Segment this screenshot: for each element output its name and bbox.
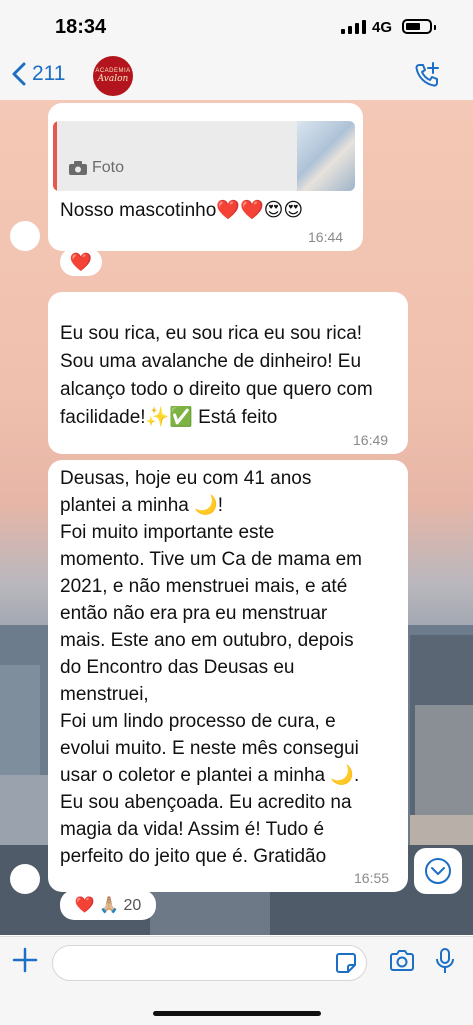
quoted-label: Foto [69, 159, 124, 177]
sticker-icon[interactable] [335, 952, 357, 974]
message-time: 16:49 [353, 432, 389, 448]
status-time: 18:34 [55, 16, 107, 38]
status-bar: 18:34 4G [0, 0, 473, 50]
network-label: 4G [372, 19, 393, 36]
message-avatar-placeholder [10, 864, 40, 894]
scroll-to-bottom-button[interactable] [414, 848, 462, 894]
chat-header: 211 ACADEMIA Avalon [0, 50, 473, 100]
message-composer [0, 936, 473, 1025]
message-line: 2021, e não menstruei mais, e até [60, 576, 348, 597]
message-line: plantei a minha 🌙! [60, 495, 224, 516]
plus-icon[interactable] [12, 947, 38, 973]
message-input[interactable] [52, 945, 367, 981]
message-line: Eu sou abençoada. Eu acredito na [60, 792, 352, 813]
message-text: Eu sou rica, eu sou rica eu sou rica! So… [60, 323, 373, 428]
message-text: Deusas, hoje eu com 41 anos plantei a mi… [60, 465, 405, 870]
message-avatar-placeholder [10, 221, 40, 251]
battery-icon [402, 19, 436, 34]
signal-icon [341, 20, 366, 34]
message-time: 16:55 [354, 870, 390, 886]
unread-count: 211 [32, 62, 66, 85]
message-line: então não era pra eu menstruar [60, 603, 328, 624]
microphone-icon[interactable] [435, 947, 455, 975]
reaction-badge[interactable]: ❤️ 🙏🏼 20 [60, 890, 156, 920]
message-line: evolui muito. E neste mês consegui [60, 738, 359, 759]
message-bubble[interactable]: Eu sou rica, eu sou rica eu sou rica! So… [48, 292, 408, 454]
message-text: Nosso mascotinho❤️❤️😍😍 [60, 200, 304, 221]
chevron-down-icon [425, 858, 451, 884]
back-button[interactable]: 211 [12, 62, 65, 86]
camera-small-icon [69, 161, 87, 175]
message-line: Foi muito importante este [60, 522, 275, 543]
back-chevron-icon [12, 62, 26, 86]
reply-bar [53, 121, 57, 191]
message-line: do Encontro das Deusas eu [60, 657, 295, 678]
quoted-label-text: Foto [92, 159, 125, 176]
message-line: usar o coletor e plantei a minha 🌙. [60, 765, 360, 786]
message-line: momento. Tive um Ca de mama em [60, 549, 362, 570]
camera-icon[interactable] [389, 950, 415, 972]
photo-thumbnail[interactable] [297, 121, 355, 191]
message-line: magia da vida! Assim é! Tudo é [60, 819, 325, 840]
message-line: Foi um lindo processo de cura, e [60, 711, 336, 732]
add-call-icon[interactable] [414, 62, 440, 88]
reaction-badge[interactable]: ❤️ [60, 248, 102, 276]
group-avatar[interactable]: ACADEMIA Avalon [93, 56, 133, 96]
message-line: Deusas, hoje eu com 41 anos [60, 468, 312, 489]
message-time: 16:44 [308, 229, 344, 245]
message-line: menstruei, [60, 684, 149, 705]
message-line: mais. Este ano em outubro, depois [60, 630, 354, 651]
quoted-photo[interactable]: Foto [53, 121, 355, 191]
message-line: perfeito do jeito que é. Gratidão [60, 846, 327, 867]
message-bubble-photo-reply[interactable]: Foto Nosso mascotinho❤️❤️😍😍 16:44 [48, 103, 363, 251]
home-indicator [153, 1011, 321, 1016]
avatar-bottom-text: Avalon [97, 74, 129, 84]
message-bubble[interactable]: Deusas, hoje eu com 41 anos plantei a mi… [48, 460, 408, 892]
